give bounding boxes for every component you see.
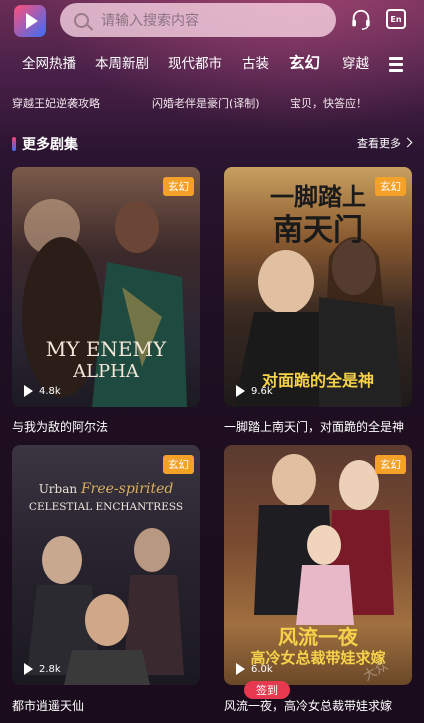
tab-fantasy[interactable]: 玄幻 — [289, 51, 320, 73]
poster-title: 南天门 — [273, 213, 363, 248]
play-icon — [236, 663, 245, 675]
marquee-item[interactable]: 穿越王妃逆袭攻略 — [12, 95, 100, 111]
headset-icon[interactable] — [350, 8, 372, 30]
view-count: 2.8k — [24, 663, 61, 675]
drama-title[interactable]: 与我为敌的阿尔法 — [12, 418, 108, 435]
drama-title[interactable]: 都市逍遥天仙 — [12, 697, 84, 714]
play-icon — [24, 385, 33, 397]
view-count: 9.6k — [236, 385, 273, 397]
search-input[interactable]: 请输入搜索内容 — [101, 10, 199, 30]
view-count: 6.0k — [236, 663, 273, 675]
language-icon[interactable]: En — [386, 9, 406, 29]
play-icon — [24, 663, 33, 675]
drama-card[interactable]: 风流一夜 高冷女总裁带娃求嫁 玄幻 6.0k — [224, 445, 412, 685]
poster-title: ALPHA — [73, 361, 139, 382]
drama-title[interactable]: 风流一夜，高冷女总裁带娃求嫁 — [224, 697, 392, 714]
drama-card[interactable]: 一脚踏上 南天门 对面跪的全是神 玄幻 9.6k — [224, 167, 412, 407]
app-logo-icon[interactable] — [14, 5, 46, 37]
tab-costume[interactable]: 古装 — [242, 52, 269, 72]
genre-badge: 玄幻 — [375, 455, 406, 474]
section-marker — [12, 137, 16, 151]
menu-icon[interactable] — [389, 57, 403, 75]
view-count: 4.8k — [24, 385, 61, 397]
tab-hot[interactable]: 全网热播 — [22, 52, 76, 72]
genre-badge: 玄幻 — [375, 177, 406, 196]
poster-title: 风流一夜 — [278, 625, 358, 649]
poster-title: Urban Free-spirited — [38, 481, 174, 497]
search-icon — [74, 12, 89, 28]
tab-modern-city[interactable]: 现代都市 — [168, 52, 222, 72]
tab-week-new[interactable]: 本周新剧 — [95, 52, 149, 72]
genre-badge: 玄幻 — [163, 455, 194, 474]
tab-time-travel[interactable]: 穿越 — [342, 52, 369, 72]
drama-title[interactable]: 一脚踏上南天门，对面跪的全是神 — [224, 418, 404, 435]
chevron-right-icon — [402, 137, 413, 148]
poster-subtitle: CELESTIAL ENCHANTRESS — [28, 501, 184, 513]
marquee-item[interactable]: 宝贝，快答应！ — [290, 95, 367, 111]
drama-card[interactable]: Urban Free-spirited CELESTIAL ENCHANTRES… — [12, 445, 200, 685]
drama-card[interactable]: MY ENEMY ALPHA 玄幻 4.8k — [12, 167, 200, 407]
play-icon — [236, 385, 245, 397]
genre-badge: 玄幻 — [163, 177, 194, 196]
category-tabs: 全网热播 本周新剧 现代都市 古装 玄幻 穿越 — [0, 52, 424, 78]
see-more-link[interactable]: 查看更多 — [357, 135, 413, 151]
search-bar[interactable]: 请输入搜索内容 — [60, 3, 336, 37]
sign-in-button[interactable]: 签到 — [244, 681, 290, 699]
section-title: 更多剧集 — [12, 134, 78, 154]
marquee-item[interactable]: 闪婚老伴是豪门(译制) — [152, 95, 260, 111]
poster-title: MY ENEMY — [45, 337, 167, 361]
